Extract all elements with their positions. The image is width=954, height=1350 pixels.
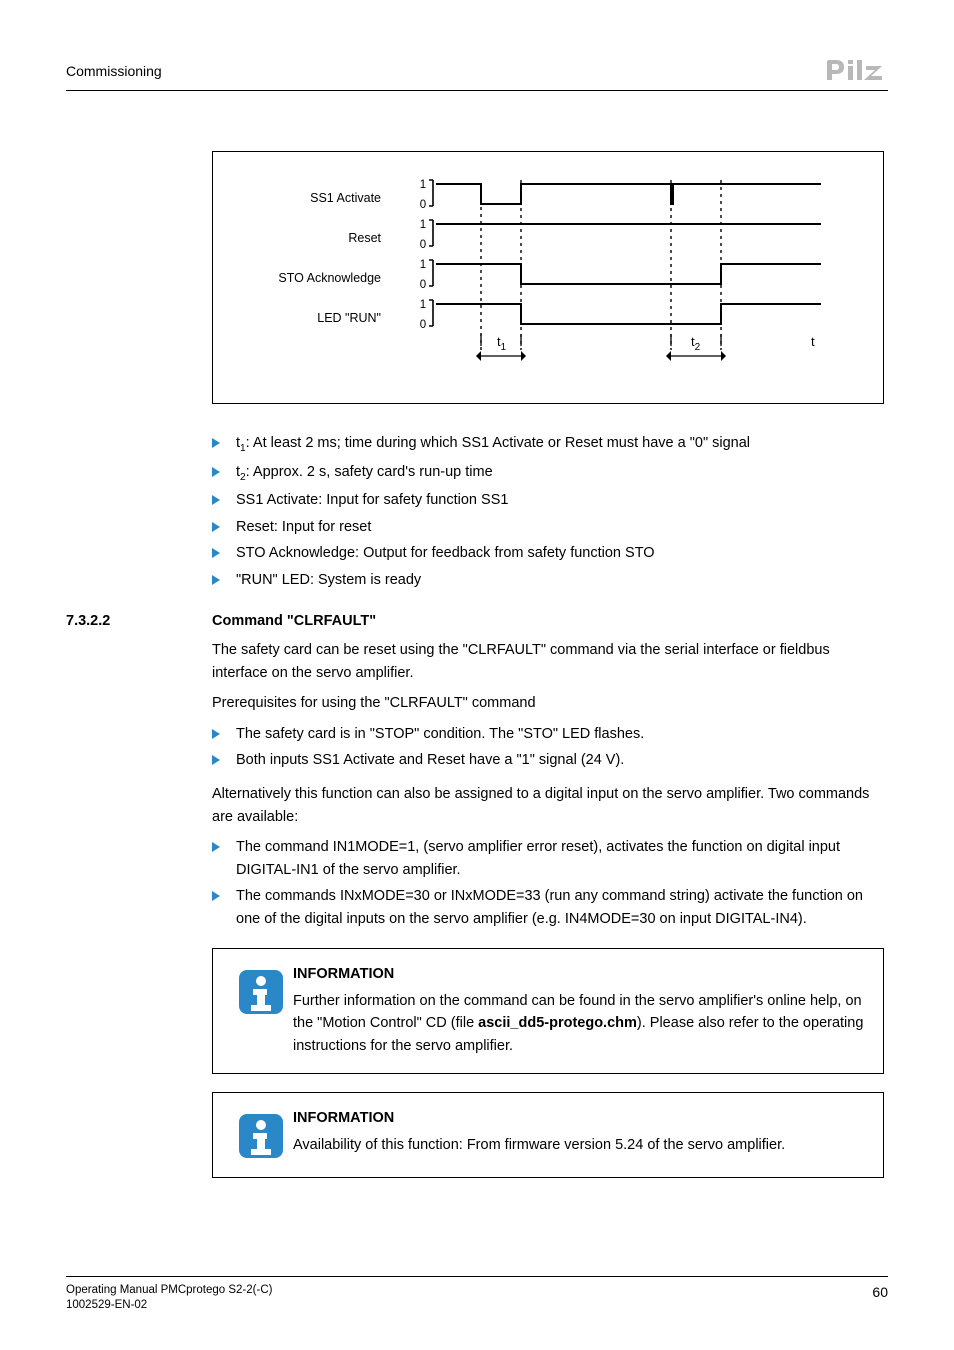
- info-text: INFORMATION Availability of this functio…: [293, 1107, 867, 1161]
- list-text: The command IN1MODE=1, (servo amplifier …: [236, 839, 840, 877]
- svg-text:0: 0: [420, 319, 426, 331]
- marker-t: t: [811, 334, 815, 349]
- bullet-icon: [212, 522, 220, 532]
- svg-text:0: 0: [420, 199, 426, 211]
- legend-text: t2: Approx. 2 s, safety card's run-up ti…: [236, 464, 493, 480]
- legend-text: "RUN" LED: System is ready: [236, 572, 421, 588]
- info-heading: INFORMATION: [293, 1107, 867, 1129]
- list-text: Both inputs SS1 Activate and Reset have …: [236, 752, 624, 768]
- info-box: INFORMATION Further information on the c…: [212, 948, 884, 1074]
- info-body: Availability of this function: From firm…: [293, 1134, 867, 1156]
- legend-item: t1: At least 2 ms; time during which SS1…: [212, 432, 884, 457]
- list-text: The commands INxMODE=30 or INxMODE=33 (r…: [236, 888, 863, 926]
- section-name: Commissioning: [66, 63, 162, 79]
- timing-diagram-svg: SS1 Activate Reset STO Acknowledge LED "…: [241, 170, 841, 370]
- page-header: Commissioning: [66, 58, 888, 91]
- info-box: INFORMATION Availability of this functio…: [212, 1092, 884, 1178]
- timing-diagram: SS1 Activate Reset STO Acknowledge LED "…: [212, 151, 884, 404]
- legend-item: STO Acknowledge: Output for feedback fro…: [212, 542, 884, 564]
- svg-text:1: 1: [420, 179, 426, 191]
- legend-text: t1: At least 2 ms; time during which SS1…: [236, 435, 750, 451]
- section-title: Command "CLRFAULT": [212, 613, 376, 629]
- info-icon: [229, 1107, 293, 1161]
- svg-text:1: 1: [420, 219, 426, 231]
- legend-item: t2: Approx. 2 s, safety card's run-up ti…: [212, 461, 884, 486]
- info-body: Further information on the command can b…: [293, 990, 867, 1057]
- bullet-icon: [212, 755, 220, 765]
- list-text: The safety card is in "STOP" condition. …: [236, 726, 644, 742]
- page: Commissioning SS1 Activate Rese: [0, 0, 954, 1350]
- legend-item: Reset: Input for reset: [212, 516, 884, 538]
- legend-text: STO Acknowledge: Output for feedback fro…: [236, 545, 655, 561]
- page-number: 60: [872, 1283, 888, 1302]
- signal-label: SS1 Activate: [310, 191, 381, 205]
- marker-t1: t1: [497, 334, 507, 353]
- bullet-icon: [212, 575, 220, 585]
- list-item: The commands INxMODE=30 or INxMODE=33 (r…: [212, 885, 884, 930]
- bullet-icon: [212, 438, 220, 448]
- info-heading: INFORMATION: [293, 963, 867, 985]
- footer-line-2: 1002529-EN-02: [66, 1298, 272, 1314]
- footer-left: Operating Manual PMCprotego S2-2(-C) 100…: [66, 1283, 272, 1314]
- info-text: INFORMATION Further information on the c…: [293, 963, 867, 1057]
- svg-text:1: 1: [420, 299, 426, 311]
- legend-item: SS1 Activate: Input for safety function …: [212, 489, 884, 511]
- legend-item: "RUN" LED: System is ready: [212, 569, 884, 591]
- footer-line-1: Operating Manual PMCprotego S2-2(-C): [66, 1283, 272, 1299]
- bullet-icon: [212, 548, 220, 558]
- legend-text: SS1 Activate: Input for safety function …: [236, 492, 508, 508]
- svg-text:0: 0: [420, 239, 426, 251]
- paragraph: Prerequisites for using the "CLRFAULT" c…: [212, 692, 884, 714]
- paragraph: Alternatively this function can also be …: [212, 783, 884, 828]
- list-item: The command IN1MODE=1, (servo amplifier …: [212, 836, 884, 881]
- section-number: 7.3.2.2: [66, 613, 212, 629]
- bullet-icon: [212, 891, 220, 901]
- list-item: The safety card is in "STOP" condition. …: [212, 723, 884, 745]
- bullet-icon: [212, 842, 220, 852]
- signal-label: LED "RUN": [317, 311, 381, 325]
- prereq-list: The safety card is in "STOP" condition. …: [212, 723, 884, 772]
- bullet-icon: [212, 495, 220, 505]
- svg-text:1: 1: [420, 259, 426, 271]
- signal-label: Reset: [348, 231, 381, 245]
- signal-label: STO Acknowledge: [278, 271, 381, 285]
- bullet-icon: [212, 729, 220, 739]
- bullet-icon: [212, 467, 220, 477]
- svg-text:0: 0: [420, 279, 426, 291]
- commands-list: The command IN1MODE=1, (servo amplifier …: [212, 836, 884, 930]
- list-item: Both inputs SS1 Activate and Reset have …: [212, 749, 884, 771]
- content: SS1 Activate Reset STO Acknowledge LED "…: [66, 91, 888, 1178]
- info-icon: [229, 963, 293, 1057]
- pilz-logo: [824, 58, 888, 84]
- paragraph: The safety card can be reset using the "…: [212, 639, 884, 684]
- section-heading: 7.3.2.2 Command "CLRFAULT": [66, 613, 888, 629]
- page-footer: Operating Manual PMCprotego S2-2(-C) 100…: [66, 1276, 888, 1314]
- marker-t2: t2: [691, 334, 701, 353]
- legend-text: Reset: Input for reset: [236, 519, 371, 535]
- diagram-legend-list: t1: At least 2 ms; time during which SS1…: [212, 432, 884, 591]
